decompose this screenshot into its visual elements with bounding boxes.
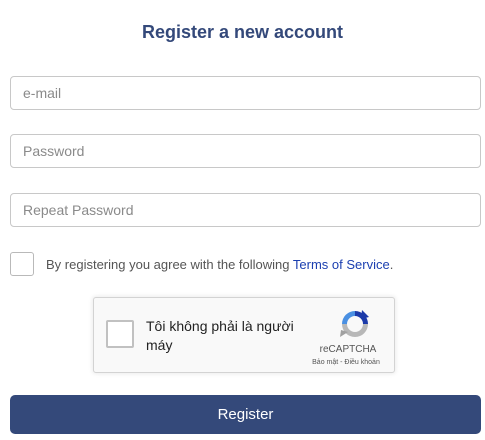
page-title: Register a new account (141, 22, 344, 42)
recaptcha-checkbox[interactable] (106, 320, 134, 348)
recaptcha-label: Tôi không phải là người máy (146, 318, 294, 353)
recaptcha-brand: reCAPTCHA (319, 344, 377, 355)
recaptcha-privacy-terms-links[interactable]: Bảo mật - Điều khoản (298, 359, 394, 366)
repeat-password-field[interactable] (10, 193, 481, 227)
recaptcha-widget: Tôi không phải là người máy reCAPTCHA Bả… (93, 297, 395, 373)
register-button[interactable]: Register (10, 395, 481, 434)
email-field[interactable] (10, 76, 481, 110)
terms-agreement: By registering you agree with the follow… (10, 251, 393, 277)
terms-checkbox[interactable] (10, 252, 34, 276)
terms-of-service-link[interactable]: Terms of Service (293, 257, 390, 272)
recaptcha-logo-icon (340, 310, 369, 337)
agree-suffix: . (389, 256, 394, 272)
terms-agreement-text: By registering you agree with the follow… (46, 257, 393, 272)
agree-label: By registering you agree with the follow… (46, 256, 293, 272)
password-field[interactable] (10, 134, 481, 168)
